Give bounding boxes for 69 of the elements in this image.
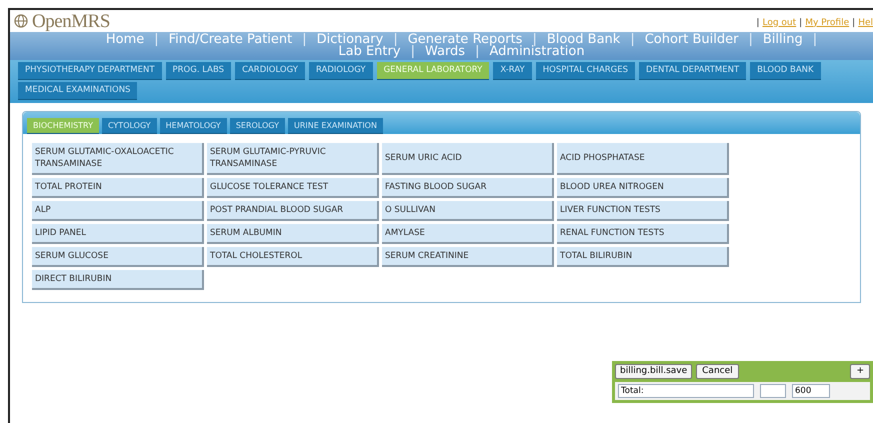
test-button[interactable]: SERUM GLUCOSE [32, 247, 204, 267]
test-button[interactable]: ALP [32, 201, 204, 221]
nav-link[interactable]: Dictionary [316, 34, 384, 46]
separator: | [852, 16, 856, 30]
test-button[interactable]: TOTAL PROTEIN [32, 178, 204, 198]
description-field[interactable]: Total: [618, 384, 754, 398]
test-button[interactable]: FASTING BLOOD SUGAR [382, 178, 554, 198]
separator: | [756, 16, 760, 30]
test-button[interactable]: SERUM CREATININE [382, 247, 554, 267]
logo-text: OpenMRS [32, 12, 110, 30]
test-button[interactable]: AMYLASE [382, 224, 554, 244]
separator: | [410, 46, 415, 58]
test-button[interactable]: TOTAL CHOLESTEROL [207, 247, 379, 267]
nav-link[interactable]: Generate Reports [408, 34, 522, 46]
globe-icon [14, 14, 28, 28]
separator: | [812, 34, 818, 46]
tab[interactable]: HEMATOLOGY [160, 118, 227, 134]
nav-link[interactable]: Cohort Builder [644, 34, 738, 46]
separator: | [799, 16, 802, 30]
test-button[interactable]: SERUM ALBUMIN [207, 224, 379, 244]
tab[interactable]: URINE EXAMINATION [288, 118, 383, 134]
test-button[interactable]: RENAL FUNCTION TESTS [557, 224, 729, 244]
tab[interactable]: PROG. LABS [166, 62, 232, 80]
tab[interactable]: HOSPITAL CHARGES [536, 62, 636, 80]
test-button[interactable]: LIPID PANEL [32, 224, 204, 244]
test-button[interactable]: SERUM GLUTAMIC-OXALOACETIC TRANSAMINASE [32, 143, 204, 175]
tab[interactable]: GENERAL LABORATORY [376, 62, 490, 80]
header-link[interactable]: Hel [858, 16, 873, 30]
separator: | [748, 34, 753, 46]
nav-link[interactable]: Home [106, 34, 144, 46]
amount-field[interactable]: 600 [792, 384, 830, 398]
add-button[interactable]: + [850, 364, 870, 379]
save-button[interactable]: billing.bill.save [615, 364, 692, 379]
tab[interactable]: CYTOLOGY [102, 118, 157, 134]
tab[interactable]: CARDIOLOGY [235, 62, 305, 80]
tab[interactable]: BIOCHEMISTRY [27, 118, 99, 134]
tab[interactable]: PHYSIOTHERAPY DEPARTMENT [18, 62, 162, 80]
separator: | [532, 34, 537, 46]
test-button[interactable]: SERUM GLUTAMIC-PYRUVIC TRANSAMINASE [207, 143, 379, 175]
test-button[interactable]: ACID PHOSPHATASE [557, 143, 729, 175]
test-button[interactable]: BLOOD UREA NITROGEN [557, 178, 729, 198]
nav-link[interactable]: Billing [762, 34, 803, 46]
separator: | [302, 34, 307, 46]
tab[interactable]: SEROLOGY [230, 118, 285, 134]
test-button[interactable]: TOTAL BILIRUBIN [557, 247, 729, 267]
separator: | [393, 34, 398, 46]
tab[interactable]: DENTAL DEPARTMENT [639, 62, 746, 80]
nav-link[interactable]: Blood Bank [546, 34, 620, 46]
cancel-button[interactable]: Cancel [696, 364, 739, 379]
header-link[interactable]: My Profile [805, 16, 850, 30]
test-button[interactable]: DIRECT BILIRUBIN [32, 270, 204, 290]
test-button[interactable]: LIVER FUNCTION TESTS [557, 201, 729, 221]
tab[interactable]: MEDICAL EXAMINATIONS [18, 82, 138, 100]
nav-link[interactable]: Wards [424, 46, 466, 58]
nav-link[interactable]: Find/Create Patient [168, 34, 292, 46]
tab[interactable]: RADIOLOGY [308, 62, 373, 80]
test-button[interactable]: GLUCOSE TOLERANCE TEST [207, 178, 379, 198]
test-button[interactable]: O SULLIVAN [382, 201, 554, 221]
nav-link[interactable]: Administration [489, 46, 585, 58]
quantity-field[interactable] [760, 384, 786, 398]
test-button[interactable]: SERUM URIC ACID [382, 143, 554, 175]
nav-link[interactable]: Lab Entry [338, 46, 401, 58]
separator: | [154, 34, 159, 46]
header-link[interactable]: Log out [762, 16, 796, 30]
tab[interactable]: BLOOD BANK [750, 62, 821, 80]
test-button[interactable]: POST PRANDIAL BLOOD SUGAR [207, 201, 379, 221]
tab[interactable]: X-RAY [493, 62, 532, 80]
separator: | [630, 34, 635, 46]
separator: | [475, 46, 480, 58]
